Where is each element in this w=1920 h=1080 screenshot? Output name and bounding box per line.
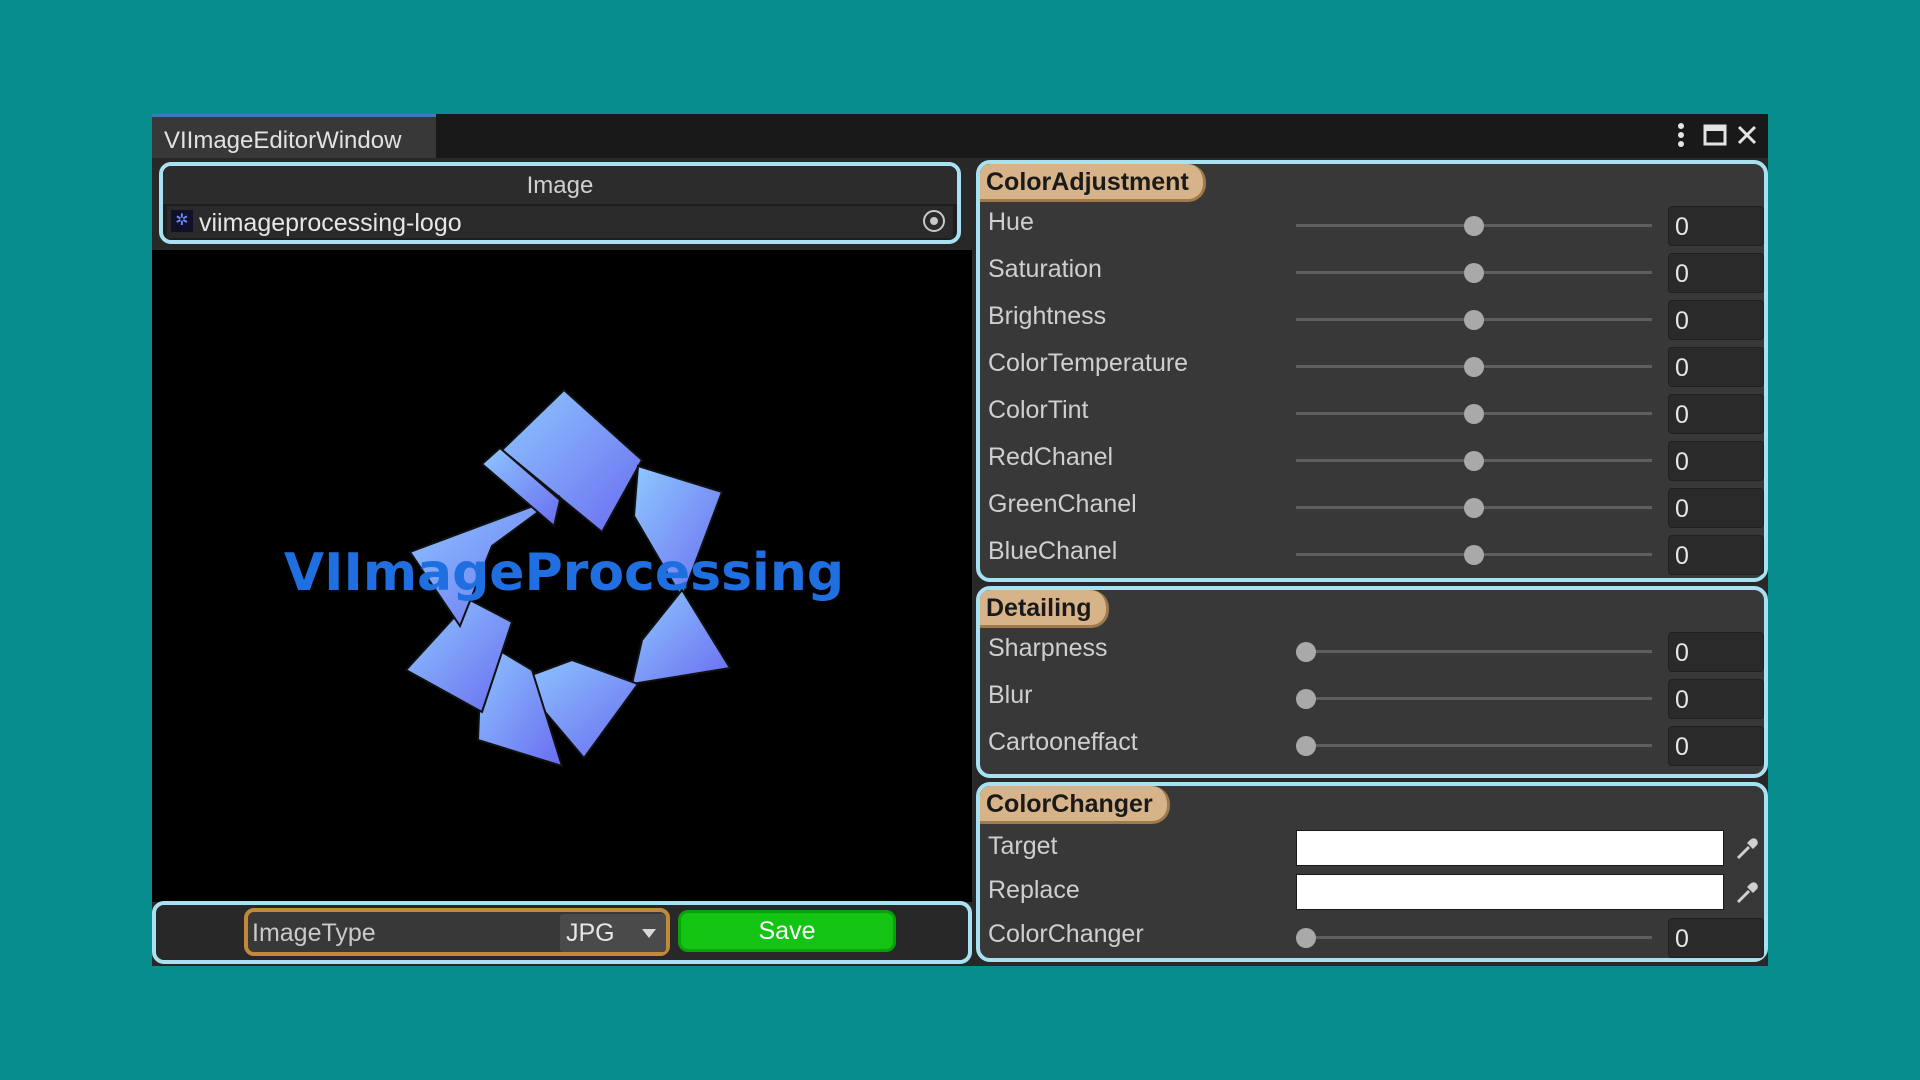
slider-thumb[interactable]	[1296, 736, 1316, 756]
slider-row-saturation: Saturation 0	[980, 251, 1764, 295]
value-field[interactable]: 0	[1668, 441, 1764, 481]
slider-thumb[interactable]	[1464, 451, 1484, 471]
image-preview: VIImageProcessing	[152, 250, 972, 902]
slider-row-colortemperature: ColorTemperature 0	[980, 345, 1764, 389]
slider-track[interactable]	[1296, 498, 1652, 518]
maximize-icon[interactable]	[1700, 120, 1730, 150]
color-changer-title[interactable]: ColorChanger	[980, 786, 1170, 824]
slider-row-blur: Blur 0	[980, 677, 1764, 721]
slider-track[interactable]	[1296, 451, 1652, 471]
color-changer-label: ColorChanger	[988, 920, 1144, 948]
logo-image: VIImageProcessing	[284, 388, 844, 768]
slider-label: ColorTint	[988, 396, 1089, 424]
logo-text: VIImageProcessing	[284, 543, 844, 603]
replace-row: Replace	[980, 872, 1764, 916]
texture-icon: ✲	[171, 210, 193, 232]
slider-track[interactable]	[1296, 736, 1652, 756]
image-panel: Image ✲ viimageprocessing-logo	[159, 162, 961, 244]
more-options-icon[interactable]	[1666, 120, 1696, 150]
detailing-title[interactable]: Detailing	[980, 590, 1109, 628]
slider-label: Brightness	[988, 302, 1107, 330]
target-color-field[interactable]	[1296, 830, 1724, 866]
slider-row-greenchanel: GreenChanel 0	[980, 486, 1764, 530]
slider-track[interactable]	[1296, 216, 1652, 236]
slider-thumb[interactable]	[1296, 642, 1316, 662]
slider-label: Saturation	[988, 255, 1102, 283]
slider-track[interactable]	[1296, 642, 1652, 662]
slider-thumb[interactable]	[1296, 689, 1316, 709]
value-field[interactable]: 0	[1668, 726, 1764, 766]
color-adjustment-section: ColorAdjustment Hue 0 Saturation 0 Brightnes…	[976, 160, 1768, 582]
slider-label: ColorTemperature	[988, 349, 1189, 377]
window-title: VIImageEditorWindow	[164, 127, 402, 154]
slider-row-hue: Hue 0	[980, 204, 1764, 248]
slider-thumb[interactable]	[1464, 310, 1484, 330]
slider-label: Sharpness	[988, 634, 1108, 662]
value-field[interactable]: 0	[1668, 488, 1764, 528]
target-row: Target	[980, 828, 1764, 872]
detailing-section: Detailing Sharpness 0 Blur 0 Cartooneffact 0	[976, 586, 1768, 778]
slider-label: Blur	[988, 681, 1033, 709]
slider-label: Cartooneffact	[988, 728, 1138, 756]
target-label: Target	[988, 832, 1058, 860]
image-object-name: viimageprocessing-logo	[199, 209, 462, 237]
slider-thumb[interactable]	[1464, 263, 1484, 283]
slider-row-brightness: Brightness 0	[980, 298, 1764, 342]
value-field[interactable]: 0	[1668, 347, 1764, 387]
replace-label: Replace	[988, 876, 1080, 904]
value-field[interactable]: 0	[1668, 300, 1764, 340]
image-type-value: JPG	[566, 919, 615, 947]
slider-row-colortint: ColorTint 0	[980, 392, 1764, 436]
eyedropper-icon[interactable]	[1732, 878, 1762, 908]
slider-track[interactable]	[1296, 545, 1652, 565]
slider-thumb[interactable]	[1296, 928, 1316, 948]
slider-track[interactable]	[1296, 263, 1652, 283]
close-icon[interactable]	[1732, 120, 1762, 150]
value-field[interactable]: 0	[1668, 679, 1764, 719]
slider-track[interactable]	[1296, 928, 1652, 948]
window-tab[interactable]: VIImageEditorWindow	[152, 114, 436, 158]
color-changer-slider-row: ColorChanger 0	[980, 916, 1764, 960]
color-adjustment-title[interactable]: ColorAdjustment	[980, 164, 1206, 202]
slider-thumb[interactable]	[1464, 357, 1484, 377]
editor-window: VIImageEditorWindow Image ✲ viimageproce…	[152, 114, 1768, 966]
slider-label: Hue	[988, 208, 1034, 236]
title-bar: VIImageEditorWindow	[152, 114, 1768, 158]
slider-label: GreenChanel	[988, 490, 1137, 518]
image-type-label: ImageType	[252, 919, 376, 947]
value-field[interactable]: 0	[1668, 206, 1764, 246]
slider-thumb[interactable]	[1464, 216, 1484, 236]
slider-thumb[interactable]	[1464, 545, 1484, 565]
slider-row-bluechanel: BlueChanel 0	[980, 533, 1764, 577]
image-panel-header: Image	[163, 166, 957, 204]
slider-row-redchanel: RedChanel 0	[980, 439, 1764, 483]
slider-label: BlueChanel	[988, 537, 1118, 565]
slider-row-sharpness: Sharpness 0	[980, 630, 1764, 674]
image-object-field[interactable]: ✲ viimageprocessing-logo	[167, 206, 953, 238]
slider-row-cartooneffact: Cartooneffact 0	[980, 724, 1764, 768]
image-type-field: ImageType JPG	[244, 908, 670, 956]
color-changer-value-field[interactable]: 0	[1668, 918, 1764, 958]
eyedropper-icon[interactable]	[1732, 834, 1762, 864]
color-changer-section: ColorChanger Target Replace ColorChanger…	[976, 782, 1768, 962]
slider-thumb[interactable]	[1464, 404, 1484, 424]
slider-label: RedChanel	[988, 443, 1114, 471]
value-field[interactable]: 0	[1668, 632, 1764, 672]
chevron-down-icon	[642, 929, 656, 938]
bottom-bar: ImageType JPG Save	[152, 901, 972, 964]
object-picker-icon[interactable]	[923, 210, 945, 232]
save-button[interactable]: Save	[678, 910, 896, 952]
value-field[interactable]: 0	[1668, 535, 1764, 575]
slider-track[interactable]	[1296, 310, 1652, 330]
image-type-dropdown[interactable]: JPG	[560, 914, 666, 952]
slider-track[interactable]	[1296, 357, 1652, 377]
value-field[interactable]: 0	[1668, 253, 1764, 293]
slider-track[interactable]	[1296, 404, 1652, 424]
slider-track[interactable]	[1296, 689, 1652, 709]
value-field[interactable]: 0	[1668, 394, 1764, 434]
slider-thumb[interactable]	[1464, 498, 1484, 518]
replace-color-field[interactable]	[1296, 874, 1724, 910]
